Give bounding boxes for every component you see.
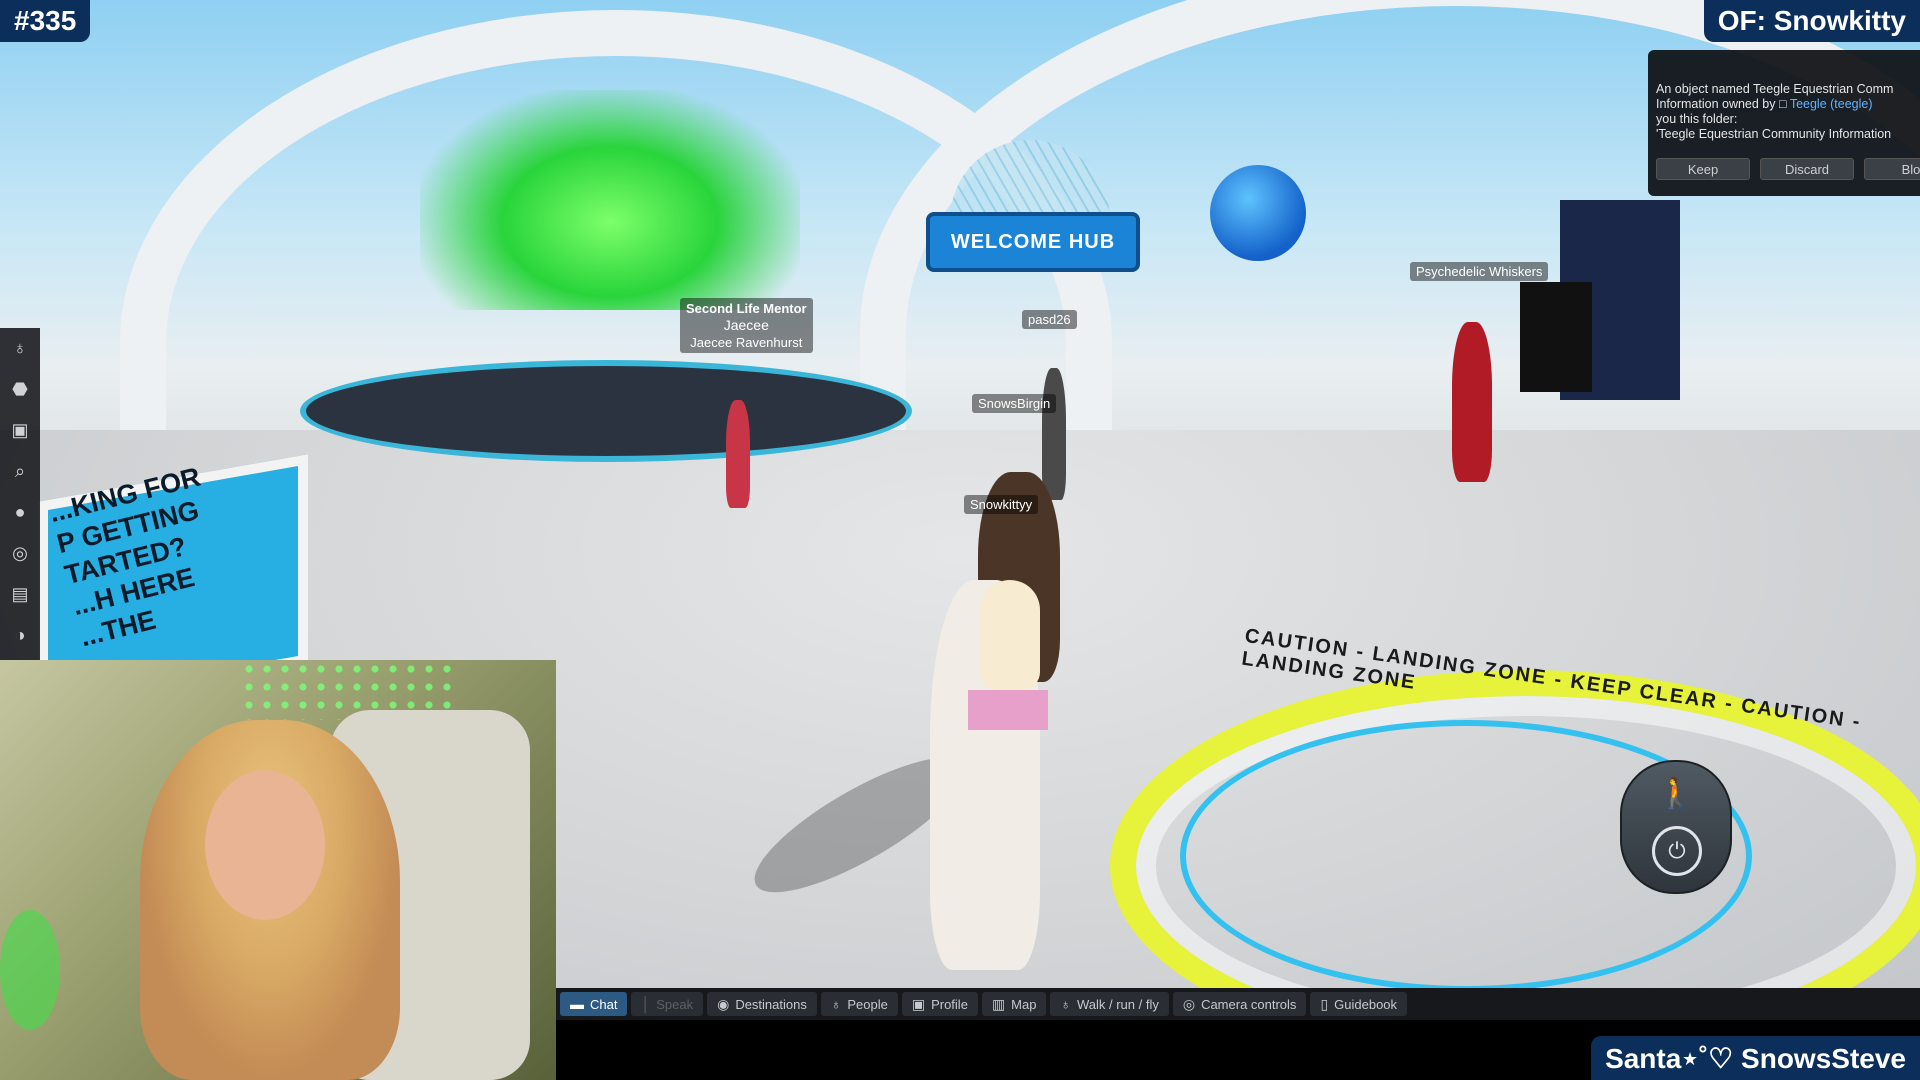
welcome-hub-sign: WELCOME HUB: [926, 212, 1140, 272]
microphone-icon: │: [641, 996, 651, 1012]
guidebook-label: Guidebook: [1334, 996, 1398, 1012]
notification-line-4: 'Teegle Equestrian Community Information: [1656, 127, 1892, 141]
left-toolbar: ♁ ⬣ ▣ ⌕ ● ◎ ▤ ◑: [0, 328, 40, 662]
camera-icon[interactable]: ▤: [0, 574, 40, 615]
inventory-offer-notification: An object named Teegle Equestrian Comm I…: [1648, 50, 1920, 196]
avatar-player-top: [968, 690, 1048, 730]
map-icon: ▥: [991, 995, 1006, 1012]
supporter-badge: Santa⋆˚♡ SnowsSteve: [1591, 1036, 1920, 1080]
people-label: People: [847, 996, 888, 1012]
avatar-player-hair: [980, 580, 1040, 690]
block-button[interactable]: Blo: [1864, 158, 1920, 180]
destinations-label: Destinations: [735, 996, 807, 1012]
scene-focus-banner: [1520, 282, 1592, 392]
map-button[interactable]: ▥ Map: [981, 992, 1047, 1016]
profile-button[interactable]: ▣ Profile: [901, 992, 978, 1016]
people-icon[interactable]: ♁: [0, 328, 40, 369]
camera-controls-label: Camera controls: [1201, 996, 1297, 1012]
nametag-snowsbirgin: SnowsBirgin: [972, 394, 1057, 413]
notification-line-3: you this folder:: [1656, 112, 1738, 126]
speedometer-icon[interactable]: ◑: [0, 615, 40, 656]
scene-dj-stage[interactable]: [300, 360, 912, 462]
guidebook-button[interactable]: ▯ Guidebook: [1310, 992, 1408, 1016]
eye-icon: ◎: [1182, 995, 1196, 1012]
keep-button[interactable]: Keep: [1656, 158, 1750, 180]
webcam-overlay: [0, 660, 556, 1080]
profile-card-icon: ▣: [911, 995, 926, 1012]
nametag-jaecee: Second Life Mentor Jaecee Jaecee Ravenhu…: [680, 298, 813, 353]
folder-icon: □: [1779, 97, 1787, 111]
inventory-icon[interactable]: ▣: [0, 410, 40, 451]
episode-badge: #335: [0, 0, 91, 42]
shirt-icon[interactable]: ⬣: [0, 369, 40, 410]
lightbulb-icon[interactable]: ●: [0, 492, 40, 533]
nametag-snowkittyy: Snowkittyy: [964, 495, 1039, 514]
chat-button[interactable]: ▬ Chat: [560, 992, 628, 1016]
speak-button[interactable]: │ Speak: [631, 992, 704, 1016]
notification-owner-link[interactable]: Teegle (teegle): [1790, 97, 1873, 111]
avatar-snowsbirgin[interactable]: [1042, 368, 1066, 500]
bottom-toolbar: ▬ Chat │ Speak ◉ Destinations ♁ People ▣ Prof…: [556, 988, 1920, 1020]
nametag-mentor-role: Second Life Mentor: [686, 301, 807, 316]
map-pin-icon: ◉: [717, 995, 730, 1012]
profile-label: Profile: [931, 996, 968, 1012]
notification-line-1: An object named Teegle Equestrian Comm: [1656, 82, 1894, 96]
scene-globe: [1210, 165, 1306, 261]
chat-label: Chat: [590, 996, 618, 1012]
walk-run-fly-button[interactable]: ♁ Walk / run / fly: [1050, 992, 1169, 1016]
speak-label: Speak: [656, 996, 694, 1012]
chat-icon: ▬: [570, 996, 584, 1012]
book-icon: ▯: [1320, 995, 1329, 1012]
nametag-mentor-name: Jaecee: [723, 317, 769, 333]
nametag-pasd26: pasd26: [1022, 310, 1077, 329]
streamer-face: [205, 770, 325, 920]
search-icon[interactable]: ⌕: [0, 451, 40, 492]
walk-run-fly-label: Walk / run / fly: [1076, 996, 1159, 1012]
movement-control[interactable]: 🚶 ⏻: [1620, 760, 1732, 894]
scene-laser-lights: [420, 90, 800, 310]
notification-buttons: Keep Discard Blo: [1656, 158, 1920, 180]
power-icon[interactable]: ⏻: [1652, 826, 1702, 876]
walking-person-icon: ♁: [1060, 996, 1071, 1012]
avatar-pink-dancer[interactable]: [726, 400, 750, 508]
plant-decoration: [0, 910, 60, 1030]
destinations-button[interactable]: ◉ Destinations: [707, 992, 817, 1016]
people-icon: ♁: [830, 996, 842, 1012]
notification-owner-prefix: Information owned by: [1656, 97, 1776, 111]
people-button[interactable]: ♁ People: [820, 992, 898, 1016]
camera-controls-button[interactable]: ◎ Camera controls: [1172, 992, 1307, 1016]
notification-line-2: Information owned by □ Teegle (teegle): [1656, 97, 1920, 112]
discard-button[interactable]: Discard: [1760, 158, 1854, 180]
map-label: Map: [1011, 996, 1037, 1012]
walk-icon[interactable]: 🚶: [1622, 776, 1730, 811]
nametag-psychedelic-whiskers: Psychedelic Whiskers: [1410, 262, 1549, 281]
nametag-mentor-full: Jaecee Ravenhurst: [690, 335, 803, 350]
avatar-psychedelic-whiskers[interactable]: [1452, 322, 1492, 482]
of-label-badge: OF: Snowkitty: [1703, 0, 1920, 42]
radio-icon[interactable]: ◎: [0, 533, 40, 574]
